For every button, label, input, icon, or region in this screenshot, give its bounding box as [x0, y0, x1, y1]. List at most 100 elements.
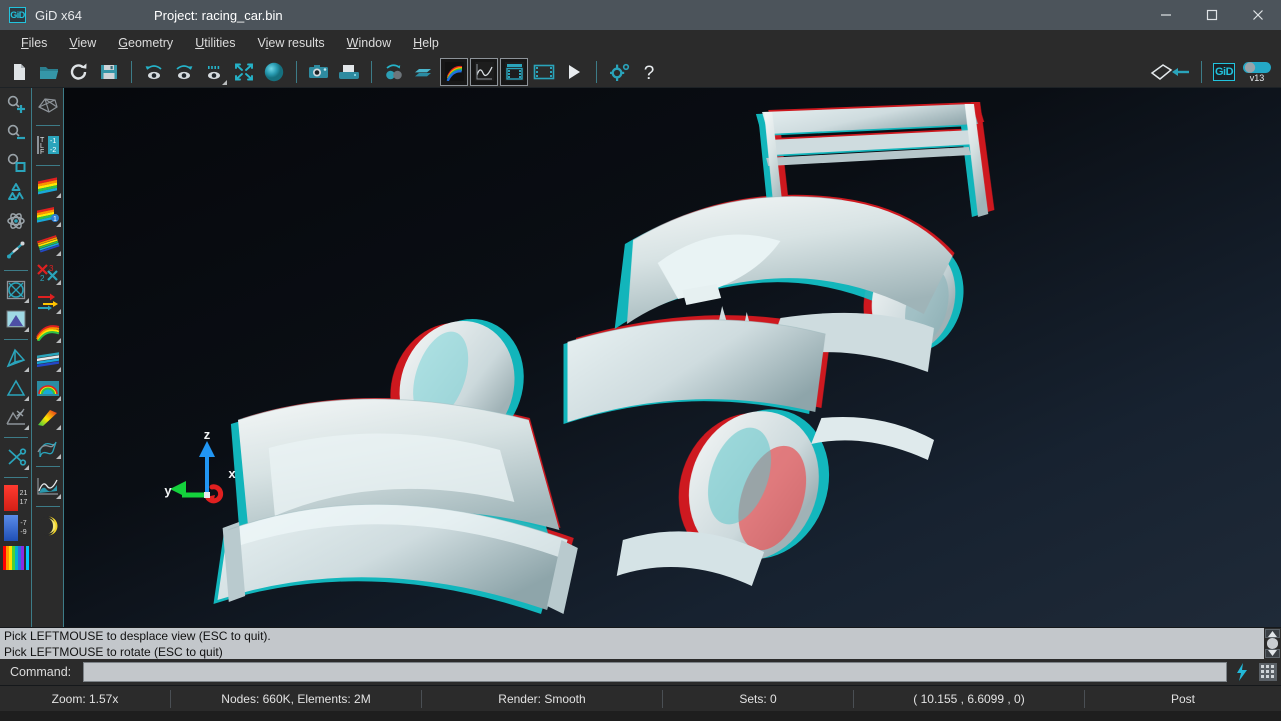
view-options-button[interactable] [200, 58, 228, 86]
print-button[interactable] [335, 58, 363, 86]
submenu-corner-icon [56, 251, 61, 256]
play-animation-button[interactable] [560, 58, 588, 86]
status-mode[interactable]: Post [1085, 692, 1281, 706]
contour-fill-button[interactable] [440, 58, 468, 86]
gid-badge[interactable]: GiD [1210, 58, 1238, 86]
save-button[interactable] [95, 58, 123, 86]
menu-item-view[interactable]: View [58, 33, 107, 53]
blue-scale-labels: -7 -9 [20, 519, 26, 537]
scroll-up-button[interactable] [1265, 629, 1280, 638]
menu-label: elp [422, 36, 439, 50]
rotate-view-left-button[interactable] [140, 58, 168, 86]
graph-curve-button[interactable] [34, 472, 62, 500]
iso-bands-button[interactable] [34, 345, 62, 373]
maximize-button[interactable] [1189, 0, 1235, 30]
rotate-view-right-button[interactable] [170, 58, 198, 86]
menu-label: indow [358, 36, 391, 50]
3d-viewport[interactable]: z y x [64, 88, 1281, 627]
menu-item-utilities[interactable]: Utilities [184, 33, 246, 53]
new-file-button[interactable] [5, 58, 33, 86]
render-box-button[interactable] [2, 276, 30, 304]
zoom-frame-button[interactable] [230, 58, 258, 86]
title-bar: GiD GiD x64 Project: racing_car.bin [0, 0, 1281, 30]
zoom-in-button[interactable] [2, 91, 30, 119]
open-folder-button[interactable] [35, 58, 63, 86]
message-lines[interactable]: Pick LEFTMOUSE to desplace view (ESC to … [0, 628, 1264, 659]
status-sets[interactable]: Sets: 0 [663, 692, 853, 706]
scroll-down-button[interactable] [1265, 649, 1280, 658]
svg-text:?: ? [644, 63, 655, 82]
toolbar-divider [36, 466, 60, 467]
preferences-button[interactable] [605, 58, 633, 86]
toolbar-divider [371, 61, 372, 83]
toolbar-divider [4, 477, 28, 478]
project-title-label: Project: racing_car.bin [154, 8, 283, 23]
vector-arrows-button[interactable] [34, 287, 62, 315]
red-scale-legend[interactable]: 21 17 [0, 485, 32, 511]
toolbar-divider [36, 506, 60, 507]
screenshot-button[interactable] [305, 58, 333, 86]
help-button[interactable]: ? [635, 58, 663, 86]
stream-lines-button[interactable] [34, 316, 62, 344]
status-render-mode[interactable]: Render: Smooth [422, 692, 662, 706]
red-scale-labels: 21 17 [20, 489, 28, 507]
contour-lines-button[interactable]: 1 [34, 200, 62, 228]
version-toggle[interactable]: v13 [1240, 58, 1274, 86]
back-to-geometry-button[interactable] [1147, 58, 1193, 86]
submenu-corner-icon [56, 425, 61, 430]
menu-item-help[interactable]: Help [402, 33, 450, 53]
zoom-frame-select-button[interactable] [2, 149, 30, 177]
status-zoom[interactable]: Zoom: 1.57x [0, 692, 170, 706]
cut-scissors-button[interactable] [2, 443, 30, 471]
rotate-results-button[interactable] [380, 58, 408, 86]
svg-text:-1: -1 [50, 138, 56, 145]
menu-item-geometry[interactable]: Geometry [107, 33, 184, 53]
contour-fill-button[interactable] [34, 171, 62, 199]
view-mesh-button[interactable] [2, 403, 30, 431]
rotate-axes-button[interactable] [2, 207, 30, 235]
window-controls [1143, 0, 1281, 30]
blue-scale-legend[interactable]: -7 -9 [0, 515, 32, 541]
rotate-trackball-button[interactable] [2, 178, 30, 206]
submenu-corner-icon [56, 367, 61, 372]
status-mesh-info[interactable]: Nodes: 660K, Elements: 2M [171, 692, 421, 706]
label-format-button[interactable]: TLF -1-2 [34, 131, 62, 159]
menu-item-files[interactable]: Files [10, 33, 58, 53]
gradient-cone-button[interactable] [34, 403, 62, 431]
submenu-corner-icon [56, 193, 61, 198]
lightning-icon[interactable] [1231, 661, 1253, 683]
dome-surface-button[interactable] [34, 374, 62, 402]
message-scrollbar[interactable] [1264, 628, 1281, 659]
contour-ranges-button[interactable] [34, 229, 62, 257]
toolbar-divider [1201, 61, 1202, 83]
view-wireframe-button[interactable] [2, 374, 30, 402]
scroll-thumb[interactable] [1267, 638, 1278, 648]
mesh-view-button[interactable] [34, 91, 62, 119]
film-strip-button[interactable] [530, 58, 558, 86]
toolbar-divider [36, 165, 60, 166]
keypad-grid-icon[interactable] [1257, 661, 1279, 683]
render-sphere-button[interactable] [260, 58, 288, 86]
graph-button[interactable] [470, 58, 498, 86]
menu-item-view-results[interactable]: View results [246, 33, 335, 53]
menu-item-window[interactable]: Window [336, 33, 402, 53]
lighting-button[interactable] [34, 512, 62, 540]
status-coordinates[interactable]: ( 10.155 , 6.6099 , 0) [854, 692, 1084, 706]
result-nodes-button[interactable]: 3 2 [34, 258, 62, 286]
zoom-select-toolbar: 21 17 -7 -9 [0, 88, 32, 627]
minimize-button[interactable] [1143, 0, 1189, 30]
animate-window-button[interactable] [500, 58, 528, 86]
submenu-corner-icon [24, 298, 29, 303]
reload-button[interactable] [65, 58, 93, 86]
view-solid-button[interactable] [2, 345, 30, 373]
cut-plane-button[interactable] [410, 58, 438, 86]
rainbow-scale-legend[interactable] [0, 546, 32, 570]
submenu-corner-icon [56, 280, 61, 285]
submenu-corner-icon [56, 494, 61, 499]
deformed-sheet-button[interactable] [34, 432, 62, 460]
command-input[interactable] [83, 662, 1227, 682]
pan-button[interactable] [2, 236, 30, 264]
perspective-scene-button[interactable] [2, 305, 30, 333]
close-button[interactable] [1235, 0, 1281, 30]
zoom-out-button[interactable] [2, 120, 30, 148]
